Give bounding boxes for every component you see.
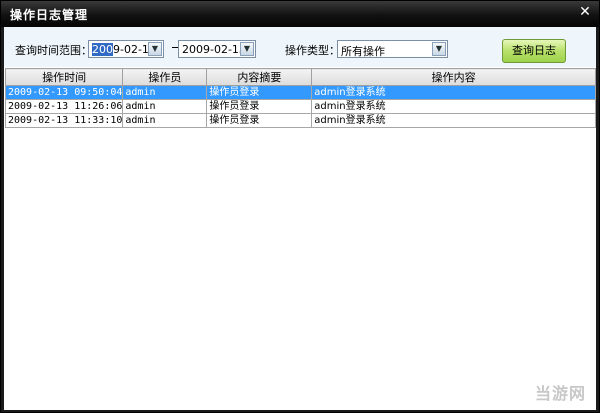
operation-type-value: 所有操作 [341,45,385,58]
cell-summary: 操作员登录 [206,99,313,114]
close-icon[interactable]: ✕ [578,5,592,19]
column-header-content[interactable]: 操作内容 [311,68,596,86]
query-toolbar: 查询时间范围： 2009-02-13 ▼ 2009-02-13 ▼ 操作类型： … [4,27,596,67]
titlebar[interactable]: 操作日志管理 ✕ [1,1,599,27]
cell-content: admin登录系统 [311,99,596,114]
cell-summary: 操作员登录 [206,85,313,100]
log-table-area: 操作时间 操作员 内容摘要 操作内容 2009-02-13 09:50:04 a… [4,67,596,410]
operation-type-select[interactable]: 所有操作 ▼ [337,40,448,58]
cell-content: admin登录系统 [311,113,596,128]
chevron-down-icon[interactable]: ▼ [432,42,446,56]
column-header-operator[interactable]: 操作员 [122,68,208,86]
window-title: 操作日志管理 [10,8,89,22]
range-label: 查询时间范围： [15,44,92,57]
table-row[interactable]: 2009-02-13 11:33:10 admin 操作员登录 admin登录系… [4,113,596,128]
column-header-summary[interactable]: 内容摘要 [206,68,313,86]
table-header-row: 操作时间 操作员 内容摘要 操作内容 [4,68,596,86]
client-area: 查询时间范围： 2009-02-13 ▼ 2009-02-13 ▼ 操作类型： … [4,27,596,410]
cell-content: admin登录系统 [311,85,596,100]
date-to-value: 2009-02-13 [182,43,246,56]
watermark-logo: 当游网 [534,384,586,403]
column-header-time[interactable]: 操作时间 [4,68,124,86]
table-row[interactable]: 2009-02-13 11:26:06 admin 操作员登录 admin登录系… [4,99,596,114]
chevron-down-icon[interactable]: ▼ [148,42,162,56]
cell-time: 2009-02-13 11:26:06 [4,99,124,114]
table-row[interactable]: 2009-02-13 09:50:04 admin 操作员登录 admin登录系… [4,85,596,100]
type-label: 操作类型： [285,44,340,57]
cell-time: 2009-02-13 11:33:10 [4,113,124,128]
query-log-button[interactable]: 查询日志 [502,39,566,63]
cell-operator: admin [122,99,208,114]
cell-operator: admin [122,113,208,128]
chevron-down-icon[interactable]: ▼ [240,42,254,56]
log-manager-window: 操作日志管理 ✕ 查询时间范围： 2009-02-13 ▼ 2009-02-13… [0,0,600,413]
log-table: 操作时间 操作员 内容摘要 操作内容 2009-02-13 09:50:04 a… [4,68,596,128]
cell-operator: admin [122,85,208,100]
date-from-value: 2009-02-13 [92,43,156,56]
cell-time: 2009-02-13 09:50:04 [4,85,124,100]
date-from-picker[interactable]: 2009-02-13 ▼ [88,40,164,58]
date-to-picker[interactable]: 2009-02-13 ▼ [178,40,256,58]
cell-summary: 操作员登录 [206,113,313,128]
